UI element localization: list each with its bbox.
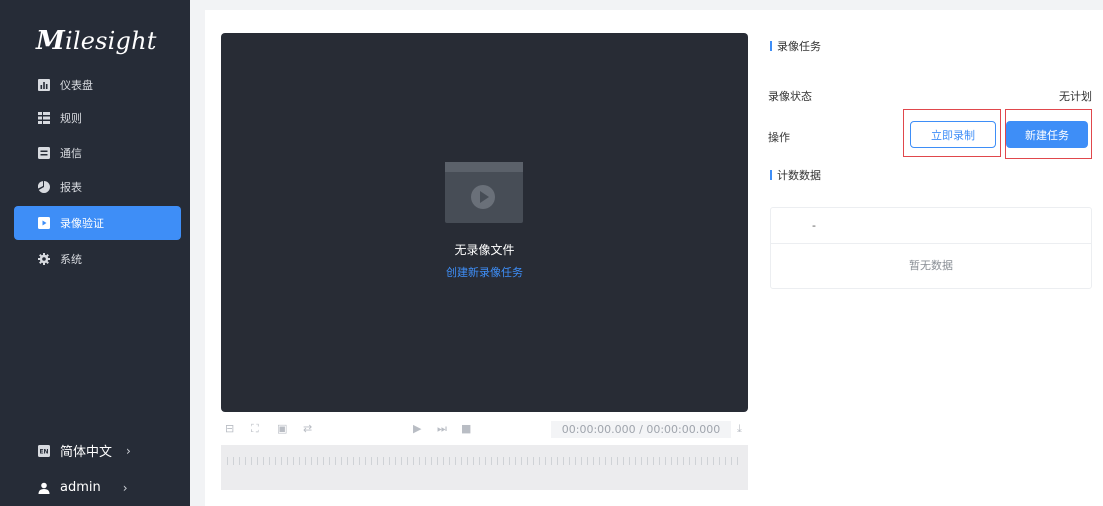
milesight-logo: Milesight bbox=[36, 26, 157, 56]
timecode-display: 00:00:00.000 / 00:00:00.000 bbox=[551, 421, 731, 438]
sidebar-item-label: 录像验证 bbox=[60, 217, 104, 230]
sidebar-item-report[interactable]: 报表 bbox=[0, 170, 190, 204]
sidebar-item-communication[interactable]: 通信 bbox=[0, 136, 190, 170]
sidebar-item-label: 系统 bbox=[60, 253, 82, 266]
svg-text:EN: EN bbox=[39, 448, 48, 455]
user-icon bbox=[38, 482, 50, 494]
language-icon: EN bbox=[38, 444, 50, 457]
recording-status-label: 录像状态 bbox=[768, 90, 812, 103]
sidebar-item-label: 通信 bbox=[60, 147, 82, 160]
recording-status-value: 无计划 bbox=[1059, 90, 1092, 103]
user-menu[interactable]: admin › bbox=[38, 480, 128, 495]
create-recording-task-link[interactable]: 创建新录像任务 bbox=[221, 264, 748, 280]
timeline-track[interactable] bbox=[221, 445, 748, 490]
download-icon[interactable]: ⤓ bbox=[737, 422, 742, 436]
crop-icon[interactable]: ⛶ bbox=[251, 422, 259, 436]
play-icon[interactable]: ▶ bbox=[413, 422, 421, 435]
username-label: admin bbox=[60, 480, 101, 495]
snapshot-icon[interactable]: ▣ bbox=[277, 422, 287, 435]
app-root: Milesight 仪表盘 规则 通信 报表 录像验证 系统 EN 简体中文 ›… bbox=[0, 0, 1103, 506]
language-switcher[interactable]: EN 简体中文 › bbox=[38, 441, 131, 460]
chevron-right-icon: › bbox=[126, 443, 131, 458]
sidebar-item-system[interactable]: 系统 bbox=[0, 242, 190, 276]
count-data-table: - 暂无数据 bbox=[770, 207, 1092, 289]
swap-icon[interactable]: ⇄ bbox=[303, 422, 312, 435]
language-label: 简体中文 bbox=[60, 445, 113, 460]
split-icon[interactable]: ⊟ bbox=[225, 422, 234, 435]
gear-icon bbox=[38, 253, 50, 265]
sidebar-item-label: 仪表盘 bbox=[60, 79, 93, 92]
rules-icon bbox=[38, 112, 50, 124]
chevron-right-icon: › bbox=[122, 480, 128, 495]
empty-state-text: 暂无数据 bbox=[909, 259, 953, 272]
sidebar: Milesight 仪表盘 规则 通信 报表 录像验证 系统 EN 简体中文 ›… bbox=[0, 0, 190, 506]
sidebar-item-dashboard[interactable]: 仪表盘 bbox=[0, 68, 190, 102]
stop-icon[interactable]: ■ bbox=[461, 422, 471, 435]
video-verify-icon bbox=[38, 217, 50, 229]
communication-icon bbox=[38, 147, 50, 159]
table-header: - bbox=[771, 208, 1091, 244]
recording-task-heading: 录像任务 bbox=[770, 38, 821, 54]
player-controls: ⊟ ⛶ ▣ ⇄ ▶ ⏭ ■ 00:00:00.000 / 00:00:00.00… bbox=[221, 419, 748, 441]
video-placeholder-icon bbox=[445, 162, 523, 223]
sidebar-item-label: 报表 bbox=[60, 181, 82, 194]
sidebar-item-label: 规则 bbox=[60, 112, 82, 125]
no-recording-text: 无录像文件 bbox=[454, 243, 515, 257]
dashboard-icon bbox=[38, 79, 50, 91]
report-icon bbox=[38, 181, 50, 193]
next-frame-icon[interactable]: ⏭ bbox=[437, 422, 447, 436]
main-content: 无录像文件 创建新录像任务 ⊟ ⛶ ▣ ⇄ ▶ ⏭ ■ 00:00:00.000… bbox=[205, 10, 1103, 506]
new-task-button[interactable]: 新建任务 bbox=[1006, 121, 1088, 148]
count-data-heading: 计数数据 bbox=[770, 167, 821, 183]
action-label: 操作 bbox=[768, 131, 790, 144]
video-player[interactable]: 无录像文件 创建新录像任务 bbox=[221, 33, 748, 412]
sidebar-item-video-verify[interactable]: 录像验证 bbox=[14, 206, 181, 240]
sidebar-item-rules[interactable]: 规则 bbox=[0, 101, 190, 135]
record-now-button[interactable]: 立即录制 bbox=[910, 121, 996, 148]
timeline-ticks bbox=[227, 457, 742, 465]
